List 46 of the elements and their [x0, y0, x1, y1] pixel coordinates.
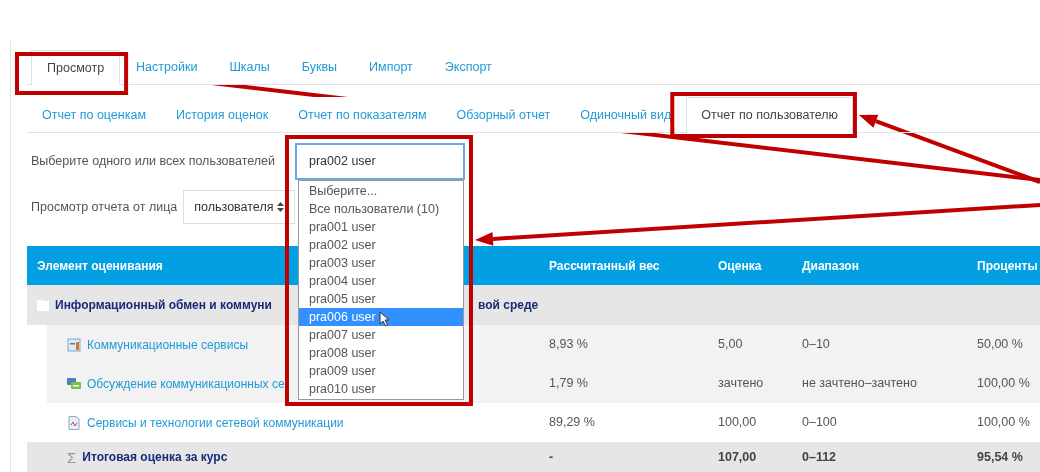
table-cell: зачтено [718, 376, 764, 391]
dropdown-option[interactable]: pra003 user [299, 254, 463, 272]
table-cell: 1,79 % [549, 376, 588, 391]
dropdown-option[interactable]: pra004 user [299, 272, 463, 290]
sum-symbol: Σ [67, 449, 77, 465]
sort-caret-icon [277, 202, 285, 212]
total-label: Итоговая оценка за курс [82, 449, 228, 466]
table-cell: 100,00 % [977, 415, 1030, 430]
table-cell: 0–10 [802, 337, 830, 352]
dropdown-option[interactable]: Выберите... [299, 182, 463, 200]
dropdown-option[interactable]: pra010 user [299, 380, 463, 398]
column-header: Рассчитанный вес [549, 258, 660, 273]
column-header: Диапазон [802, 258, 859, 273]
table-cell: 100,00 % [977, 376, 1030, 391]
folder-icon [37, 299, 49, 311]
table-cell: 5,00 [718, 337, 743, 352]
table-cell: 50,00 % [977, 337, 1023, 352]
cursor-icon [379, 311, 390, 327]
document-icon [67, 337, 81, 352]
dropdown-option[interactable]: pra009 user [299, 362, 463, 380]
dropdown-option[interactable]: Все пользователи (10) [299, 200, 463, 218]
dropdown-option[interactable]: pra001 user [299, 218, 463, 236]
table-cell: 0–112 [802, 449, 837, 464]
table-cell: не зачтено–зачтено [802, 376, 917, 391]
table-cell: 0–100 [802, 415, 837, 430]
category-name: вой среде [478, 297, 539, 314]
table-cell: 89,29 % [549, 415, 595, 430]
tab[interactable]: Отчет по пользователю [686, 97, 853, 133]
table-cell: 95,54 % [977, 449, 1023, 464]
table-cell: 8,93 % [549, 337, 588, 352]
dropdown-option[interactable]: pra007 user [299, 326, 463, 344]
category-name: Информационный обмен и коммуни [55, 297, 272, 314]
column-header: Элемент оценивания [37, 257, 163, 275]
dropdown-option[interactable]: pra002 user [299, 236, 463, 254]
column-header: Проценты [977, 258, 1038, 273]
page-icon [67, 415, 81, 430]
dropdown-option[interactable]: pra005 user [299, 290, 463, 308]
view-as-select[interactable]: пользователя [183, 190, 296, 224]
chat-icon [67, 376, 81, 391]
column-header: Оценка [718, 258, 762, 273]
table-cell: - [549, 449, 554, 464]
table-cell: 100,00 [718, 415, 757, 430]
select-value: пользователя [194, 198, 274, 216]
dropdown-option[interactable]: pra008 user [299, 344, 463, 362]
field-label: Выберите одного или всех пользователей [31, 152, 275, 171]
table-cell: 107,00 [718, 449, 757, 464]
